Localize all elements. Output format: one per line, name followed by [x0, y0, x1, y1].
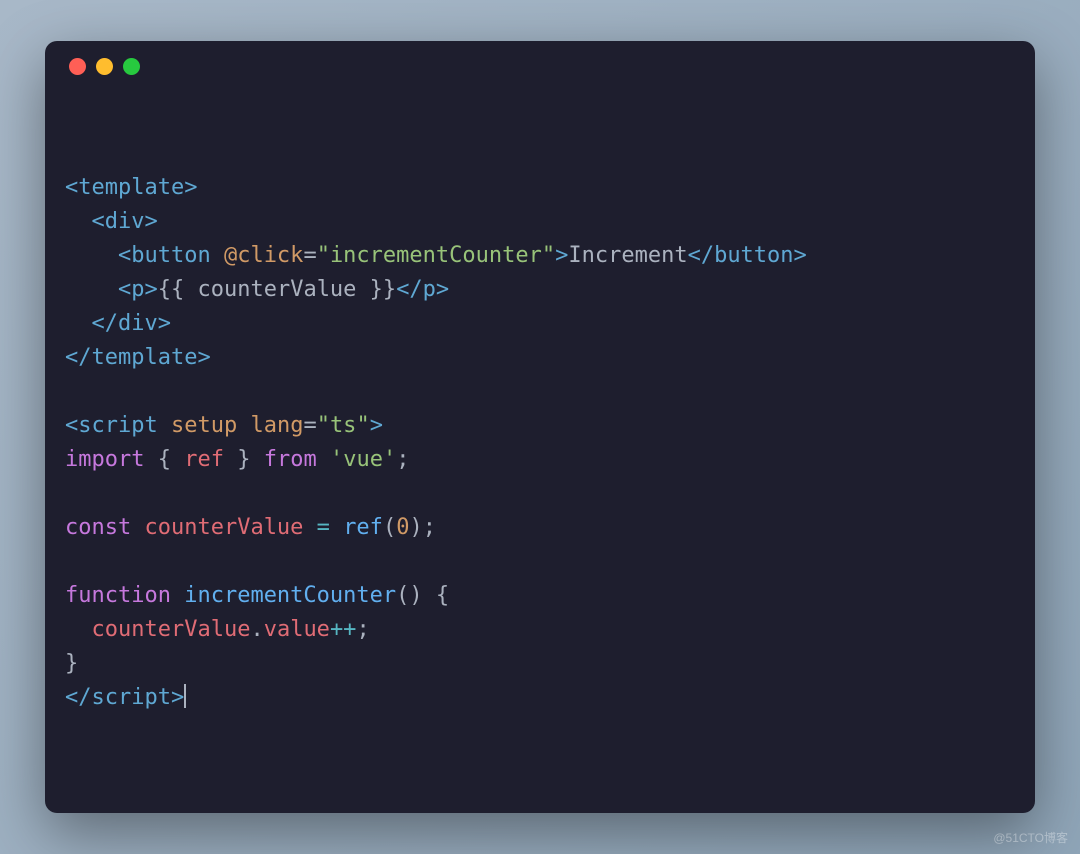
- watermark: @51CTO博客: [993, 829, 1068, 846]
- tag-button-close: </button>: [688, 243, 807, 268]
- tag-button-open: <button: [118, 243, 211, 268]
- attr-setup: setup: [171, 413, 237, 438]
- import-ref: ref: [184, 447, 224, 472]
- num-zero: 0: [396, 515, 409, 540]
- kw-from: from: [264, 447, 317, 472]
- fn-ref: ref: [343, 515, 383, 540]
- close-icon[interactable]: [69, 58, 86, 75]
- kw-const: const: [65, 515, 131, 540]
- code-window: <template> <div> <button @click="increme…: [45, 41, 1035, 813]
- var-countervalue-2: counterValue: [92, 617, 251, 642]
- code-content: <template> <div> <button @click="increme…: [65, 171, 1015, 715]
- tag-p-close: </p>: [396, 277, 449, 302]
- interp-var: counterValue: [197, 277, 356, 302]
- maximize-icon[interactable]: [123, 58, 140, 75]
- fn-incrementcounter: incrementCounter: [184, 583, 396, 608]
- tag-script-close: </: [65, 685, 92, 710]
- minimize-icon[interactable]: [96, 58, 113, 75]
- code-editor[interactable]: <template> <div> <button @click="increme…: [45, 91, 1035, 813]
- str-vue: vue: [343, 447, 383, 472]
- button-text: Increment: [568, 243, 687, 268]
- prop-value: value: [264, 617, 330, 642]
- attr-lang: lang: [250, 413, 303, 438]
- attr-click: @click: [224, 243, 303, 268]
- tag-div-open: <div>: [92, 209, 158, 234]
- kw-import: import: [65, 447, 144, 472]
- var-countervalue: counterValue: [144, 515, 303, 540]
- tag-div-close: </div>: [92, 311, 171, 336]
- tag-p-open: <p>: [118, 277, 158, 302]
- cursor-icon: [184, 684, 186, 708]
- window-titlebar: [45, 41, 1035, 91]
- tag-script-open: <script: [65, 413, 158, 438]
- tag-template-close: </template>: [65, 345, 211, 370]
- tag-template-open: <template>: [65, 175, 197, 200]
- kw-function: function: [65, 583, 171, 608]
